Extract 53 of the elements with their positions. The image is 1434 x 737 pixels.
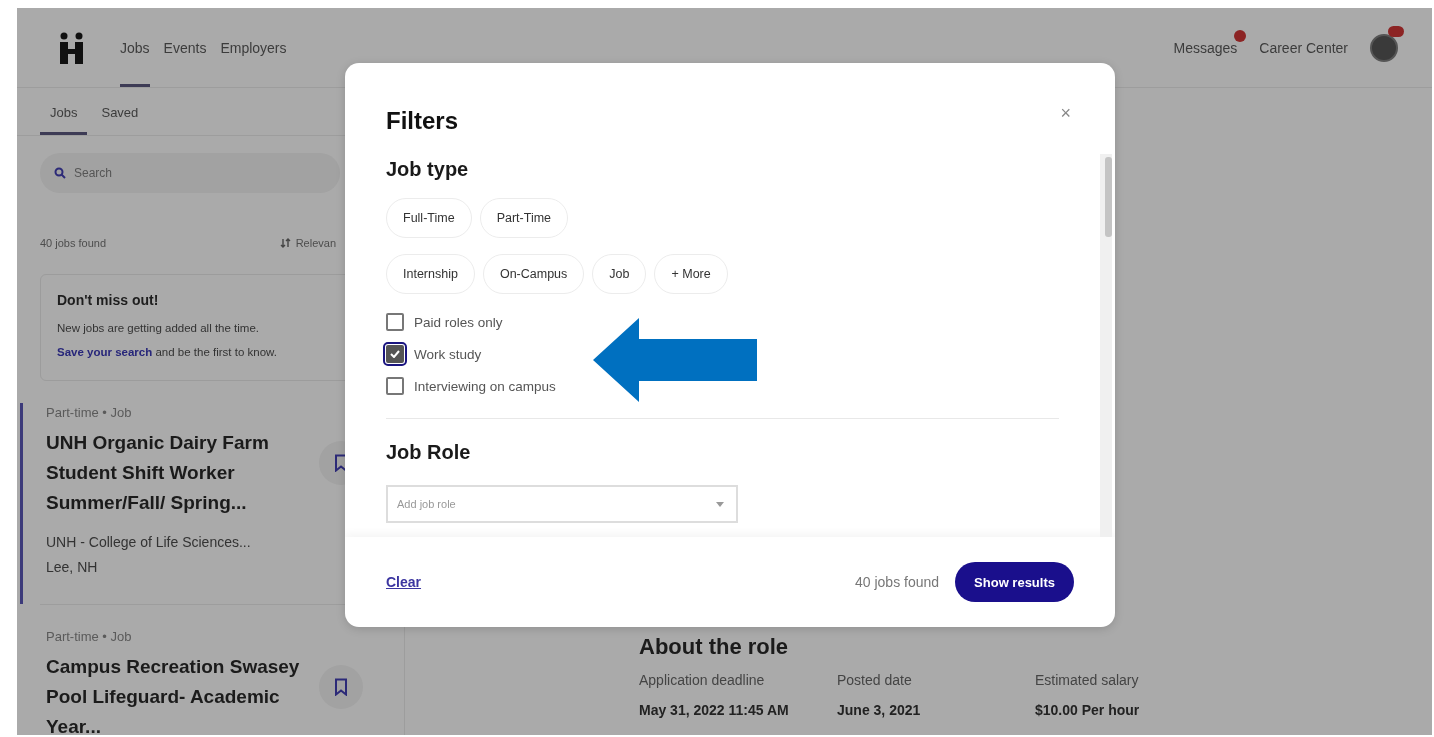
checkbox-label: Interviewing on campus bbox=[414, 378, 556, 394]
promo-text: New jobs are getting added all the time. bbox=[57, 321, 260, 336]
close-button[interactable]: × bbox=[1058, 103, 1073, 124]
avatar[interactable] bbox=[1370, 33, 1398, 62]
filter-chip[interactable]: Part-Time bbox=[479, 198, 569, 238]
fact-value: June 3, 2021 bbox=[837, 701, 922, 720]
section-heading: About the role bbox=[639, 634, 790, 660]
fact-value: $10.00 Per hour bbox=[1035, 701, 1141, 720]
job-title: Campus Recreation Swasey Pool Lifeguard- Academic Year... bbox=[46, 655, 301, 735]
section-heading: Job type bbox=[386, 157, 470, 182]
filter-chip[interactable]: Job bbox=[592, 254, 647, 294]
job-meta: Part-time • Job bbox=[46, 405, 133, 420]
dialog-title: Filters bbox=[386, 107, 459, 135]
nav-tab[interactable]: Jobs bbox=[120, 8, 150, 87]
employer-name: UNH - College of Life Sciences... bbox=[46, 533, 252, 552]
nav-tab[interactable]: Events bbox=[163, 8, 207, 87]
promo-title: Don't miss out! bbox=[57, 292, 160, 308]
fact-label: Application deadline bbox=[639, 672, 766, 688]
fact-label: Posted date bbox=[837, 672, 913, 688]
results-count: 40 jobs found bbox=[40, 237, 107, 249]
sort-button[interactable]: Relevan bbox=[295, 237, 336, 249]
search-icon bbox=[54, 167, 66, 179]
job-title: UNH Organic Dairy Farm Student Shift Worker Summer/Fall/ Spring... bbox=[46, 431, 270, 515]
fact-label: Estimated salary bbox=[1035, 672, 1140, 688]
bookmark-icon bbox=[334, 678, 348, 696]
filter-chip[interactable]: + More bbox=[654, 254, 728, 294]
caret-icon bbox=[716, 502, 724, 507]
results-count: 40 jobs found bbox=[855, 574, 940, 590]
show-results-button[interactable]: Show results bbox=[955, 562, 1074, 602]
bookmark-button[interactable] bbox=[319, 665, 363, 709]
sort-icon bbox=[279, 238, 291, 248]
job-card[interactable]: Part-time • Job Campus Recreation Swasey Pool Lifeguard- Academic Year... bbox=[20, 627, 404, 735]
job-location: Lee, NH bbox=[46, 558, 99, 577]
scrollbar[interactable] bbox=[1100, 154, 1112, 537]
tab[interactable]: Saved bbox=[91, 88, 149, 135]
nav-tab[interactable]: Employers bbox=[220, 8, 287, 87]
filter-chip[interactable]: Internship bbox=[386, 254, 475, 294]
job-meta: Part-time • Job bbox=[46, 629, 133, 644]
check-icon bbox=[390, 350, 400, 358]
filter-chip[interactable]: Full-Time bbox=[386, 198, 472, 238]
nav-link[interactable]: Messages bbox=[1173, 39, 1238, 56]
fact-value: May 31, 2022 11:45 AM bbox=[639, 701, 789, 720]
checkbox[interactable] bbox=[386, 313, 404, 331]
checkbox[interactable] bbox=[386, 377, 404, 395]
checkbox-label: Paid roles only bbox=[414, 314, 503, 330]
search-field[interactable]: Search bbox=[40, 153, 340, 193]
filter-chip[interactable]: On-Campus bbox=[482, 254, 585, 294]
checkbox[interactable] bbox=[386, 345, 404, 363]
nav-link[interactable]: Career Center bbox=[1259, 39, 1348, 56]
save-search-link[interactable]: Save your search bbox=[57, 346, 153, 358]
job-role-dropdown[interactable]: Add job role bbox=[386, 485, 738, 523]
checkbox-label: Work study bbox=[414, 346, 482, 362]
tab[interactable]: Jobs bbox=[40, 88, 88, 135]
